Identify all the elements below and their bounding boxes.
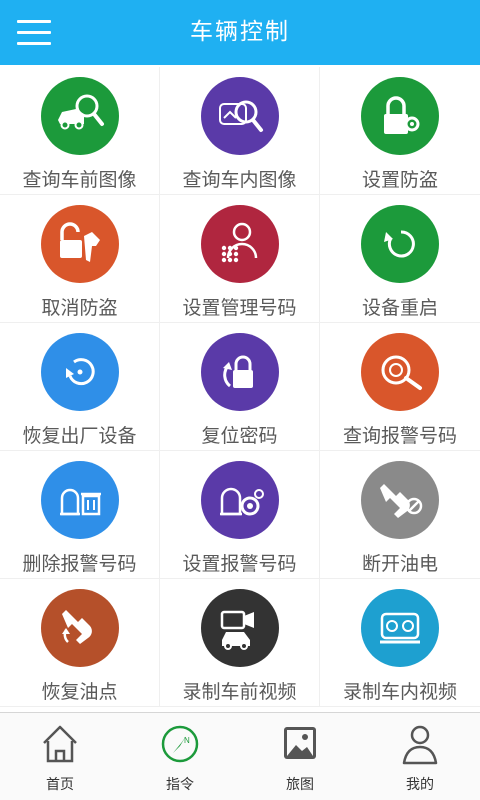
grid-item-cut-fuel[interactable]: 断开油电 bbox=[320, 451, 480, 579]
reset-lock-icon bbox=[201, 333, 279, 411]
grid-item-label: 设置报警号码 bbox=[182, 553, 297, 575]
factory-reset-icon bbox=[41, 333, 119, 411]
tab-label: 旅图 bbox=[286, 777, 314, 793]
fuel-restore-icon bbox=[41, 589, 119, 667]
user-keypad-icon bbox=[201, 205, 279, 283]
grid-item-label: 查询报警号码 bbox=[342, 425, 457, 447]
alarm-search-icon bbox=[361, 333, 439, 411]
grid-item-label: 录制车内视频 bbox=[342, 681, 457, 703]
grid-item-label: 设置防盗 bbox=[361, 169, 438, 191]
tab-gallery[interactable]: 旅图 bbox=[240, 713, 360, 800]
grid-item-label: 查询车前图像 bbox=[22, 169, 137, 191]
grid-item-delete-alarm-number[interactable]: 删除报警号码 bbox=[0, 451, 160, 579]
grid-item-record-front-video[interactable]: 录制车前视频 bbox=[160, 579, 320, 707]
grid-item-label: 查询车内图像 bbox=[182, 169, 297, 191]
grid-item-label: 断开油电 bbox=[361, 553, 438, 575]
svg-text:N: N bbox=[184, 736, 190, 745]
grid-item-cancel-antitheft[interactable]: 取消防盗 bbox=[0, 195, 160, 323]
grid-item-restore-fuel[interactable]: 恢复油点 bbox=[0, 579, 160, 707]
interior-search-icon bbox=[201, 77, 279, 155]
front-video-icon bbox=[201, 589, 279, 667]
picture-icon bbox=[284, 727, 316, 759]
car-search-icon bbox=[41, 77, 119, 155]
grid-item-label: 恢复油点 bbox=[41, 681, 118, 703]
grid-item-label: 取消防盗 bbox=[41, 297, 118, 319]
grid-item-label: 复位密码 bbox=[201, 425, 278, 447]
grid-item-label: 恢复出厂设备 bbox=[22, 425, 137, 447]
grid-item-label: 录制车前视频 bbox=[182, 681, 297, 703]
home-icon bbox=[43, 725, 77, 763]
tab-label: 我的 bbox=[406, 777, 434, 793]
delete-alarm-icon bbox=[41, 461, 119, 539]
grid-item-set-admin-number[interactable]: 设置管理号码 bbox=[160, 195, 320, 323]
page-title: 车辆控制 bbox=[190, 19, 290, 45]
fuel-cut-icon bbox=[361, 461, 439, 539]
grid-item-label: 设置管理号码 bbox=[182, 297, 297, 319]
unlock-key-icon bbox=[41, 205, 119, 283]
person-icon bbox=[402, 725, 438, 765]
bottom-tab-bar: 首页 N 指令 旅图 我的 bbox=[0, 712, 480, 800]
tab-label: 首页 bbox=[46, 777, 74, 793]
tab-home[interactable]: 首页 bbox=[0, 713, 120, 800]
app-header: 车辆控制 bbox=[0, 0, 480, 65]
grid-item-restart-device[interactable]: 设备重启 bbox=[320, 195, 480, 323]
compass-icon: N bbox=[161, 725, 199, 763]
restart-icon bbox=[361, 205, 439, 283]
tab-label: 指令 bbox=[166, 777, 194, 793]
lock-gear-icon bbox=[361, 77, 439, 155]
grid-item-front-image[interactable]: 查询车前图像 bbox=[0, 67, 160, 195]
grid-item-query-alarm-number[interactable]: 查询报警号码 bbox=[320, 323, 480, 451]
grid-item-record-interior-video[interactable]: 录制车内视频 bbox=[320, 579, 480, 707]
grid-item-set-antitheft[interactable]: 设置防盗 bbox=[320, 67, 480, 195]
interior-video-icon bbox=[361, 589, 439, 667]
grid-item-interior-image[interactable]: 查询车内图像 bbox=[160, 67, 320, 195]
grid-item-reset-password[interactable]: 复位密码 bbox=[160, 323, 320, 451]
grid-item-factory-reset[interactable]: 恢复出厂设备 bbox=[0, 323, 160, 451]
grid-item-label: 设备重启 bbox=[361, 297, 438, 319]
alarm-settings-icon bbox=[201, 461, 279, 539]
grid-item-label: 删除报警号码 bbox=[22, 553, 137, 575]
grid-item-set-alarm-number[interactable]: 设置报警号码 bbox=[160, 451, 320, 579]
command-grid: 查询车前图像 查询车内图像 设置防盗 取消防盗 设置管理号码 设备重启 恢复出厂… bbox=[0, 67, 480, 707]
tab-profile[interactable]: 我的 bbox=[360, 713, 480, 800]
tab-commands[interactable]: N 指令 bbox=[120, 713, 240, 800]
